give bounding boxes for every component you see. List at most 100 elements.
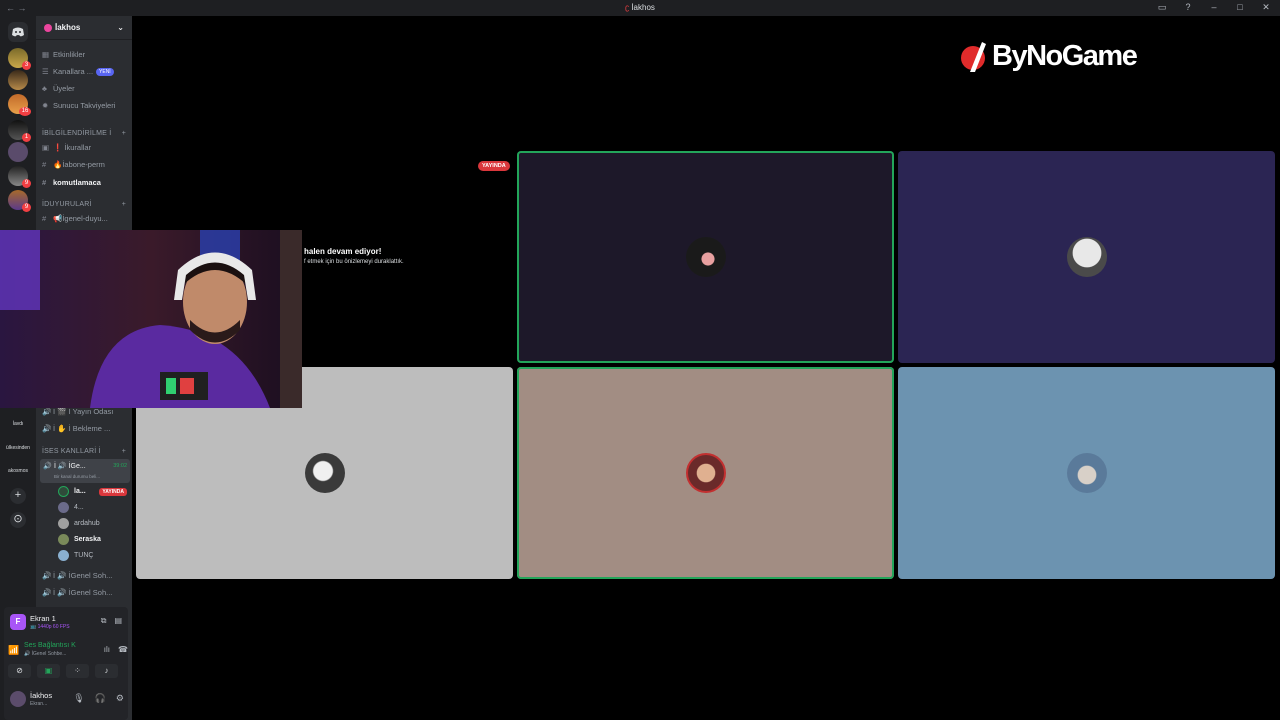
channel-abone[interactable]: # 🔥İabone-perm [42,158,130,172]
settings-icon[interactable]: ⚙ [116,693,124,704]
sidebar-item-channels[interactable]: ☰ Kanallara ... YENİ [42,65,130,79]
server-icon[interactable]: 9 [8,190,31,212]
category-header[interactable]: İDUYURULARİ + [42,201,130,208]
mention-badge: 16 [19,107,31,116]
hash-icon: # [42,178,47,187]
stream-live-badge: YAYINDA [478,154,510,172]
avatar[interactable] [10,691,26,707]
server-icon[interactable]: 9 [8,166,31,188]
user-name: İakhos [30,691,53,700]
headphones-icon[interactable]: 🎧 [95,693,106,704]
add-channel-icon[interactable]: + [122,201,126,208]
voice-timer: 39:02 [113,463,127,469]
inbox-icon[interactable]: ▭ [1156,2,1168,13]
screen-quality: 📺 1440p 60 FPS [30,624,70,630]
channel-komutlamaca[interactable]: # komutlamaca [42,176,130,190]
camera-off-icon[interactable]: ⊘ [8,664,31,678]
mention-badge: 3 [22,61,31,70]
microphone-icon[interactable]: 🎙 [73,693,84,704]
avatar [1066,453,1107,493]
avatar [58,533,69,545]
server-icon[interactable]: ülkesinden [3,445,33,451]
voice-channel[interactable]: 🔊 İ 🔊 İGenel Soh... [42,586,130,600]
voice-connected-channel[interactable]: 🔊 İGenel Sohbe... [24,651,66,657]
guild-icon [44,23,52,32]
mention-badge: 1 [22,133,31,142]
discover-icon[interactable]: ⊙ [10,512,26,528]
chevron-down-icon: ⌄ [117,23,124,32]
help-icon[interactable]: ? [1182,2,1194,13]
sidebar-item-members[interactable]: ♣ Üyeler [42,82,130,96]
soundboard-icon[interactable]: ♪ [95,664,118,678]
disconnect-icon[interactable]: ☎ [118,645,128,654]
server-icon[interactable] [8,70,28,90]
mention-badge: 9 [22,179,31,188]
server-icon[interactable]: akosmos [3,468,33,474]
noise-suppression-icon[interactable]: ılı [104,645,110,654]
sidebar-item-label: Kanallara ... [53,67,94,76]
webcam-image [0,230,302,408]
voice-connected-title[interactable]: Ses Bağlantısı K [24,642,76,649]
sidebar-item-label: Üyeler [53,84,75,93]
participant-tile[interactable] [517,367,894,579]
voice-user[interactable]: ardahub [58,516,130,532]
participant-tile[interactable] [898,367,1275,579]
server-icon[interactable] [8,142,28,162]
voice-user[interactable]: Seraska [58,532,130,548]
channel-rules[interactable]: ▣ ❗ İkurallar [42,141,130,155]
voice-user-name: Seraska [74,536,101,543]
channel-announcements[interactable]: # 📢İgenel-duyu... [42,212,130,226]
members-icon: ♣ [42,84,47,93]
category-label: İBİLGİLENDİRİLME İ [42,130,112,137]
participant-tile[interactable] [898,151,1275,363]
user-panel: F Ekran 1 📺 1440p 60 FPS ⧉ ▤ 📶 Ses Bağla… [4,607,128,720]
speaker-icon: 🔊 [43,463,52,470]
guild-name: İakhos [55,23,81,32]
logo-text: ByNoGame [992,39,1138,72]
voice-user[interactable]: la... YAYINDA [58,484,130,500]
live-badge: YAYINDA [478,161,510,171]
category-header[interactable]: İSES KANLLARİ İ + [42,448,130,455]
discord-home-icon[interactable] [8,22,28,42]
voice-user[interactable]: TUNÇ [58,548,130,564]
maximize-icon[interactable]: □ [1234,2,1246,13]
activities-icon[interactable]: ⁘ [66,664,89,678]
screen-share-row: F Ekran 1 📺 1440p 60 FPS ⧉ ▤ [10,607,122,635]
category-label: İDUYURULARİ [42,201,92,208]
window-title: ʗ İakhos [0,3,1280,12]
active-voice-channel[interactable]: 🔊 İ 🔊 İGe... 39:02 Bir kanal durumu beli… [40,459,130,483]
server-icon[interactable]: İavdı [3,421,33,427]
live-badge: YAYINDA [99,488,127,496]
voice-user-name: la... [74,488,86,495]
signal-icon[interactable]: 📶 [8,645,19,656]
avatar [685,453,726,493]
list-icon: ☰ [42,67,49,76]
server-icon[interactable]: 1 [8,120,31,142]
popout-icon[interactable]: ⧉ [101,616,107,626]
channel-label: ❗ İkurallar [53,143,92,152]
voice-channel[interactable]: 🔊 İ ✋ İ Bekleme ... [42,422,130,436]
sidebar-item-boosts[interactable]: ✹ Sunucu Takviyeleri [42,99,130,113]
server-icon[interactable]: 16 [8,94,31,116]
boost-icon: ✹ [42,101,49,110]
close-icon[interactable]: ✕ [1260,2,1272,13]
add-channel-icon[interactable]: + [122,448,126,455]
server-icon[interactable]: 3 [8,48,31,70]
sidebar-item-label: Sunucu Takviyeleri [53,101,116,110]
voice-user-name: 4... [74,504,84,511]
streamer-webcam [0,230,302,408]
channel-label: komutlamaca [53,178,101,187]
stream-paused-subtitle: f etmek için bu önizlemeyi duraklattık. [304,259,404,265]
voice-channel[interactable]: 🔊 İ 🔊 İGenel Soh... [42,569,130,583]
screen-share-icon[interactable]: ▣ [37,664,60,678]
add-server-icon[interactable]: + [10,488,26,504]
guild-header[interactable]: İakhos ⌄ [36,16,132,40]
sidebar-item-events[interactable]: ▦ Etkinlikler [42,48,130,62]
participant-tile[interactable] [517,151,894,363]
add-channel-icon[interactable]: + [122,130,126,137]
screen-settings-icon[interactable]: ▤ [114,616,122,626]
category-header[interactable]: İBİLGİLENDİRİLME İ + [42,130,130,137]
minimize-icon[interactable]: – [1208,2,1220,13]
channel-status[interactable]: Bir kanal durumu beli... [54,474,100,479]
voice-user[interactable]: 4... [58,500,130,516]
